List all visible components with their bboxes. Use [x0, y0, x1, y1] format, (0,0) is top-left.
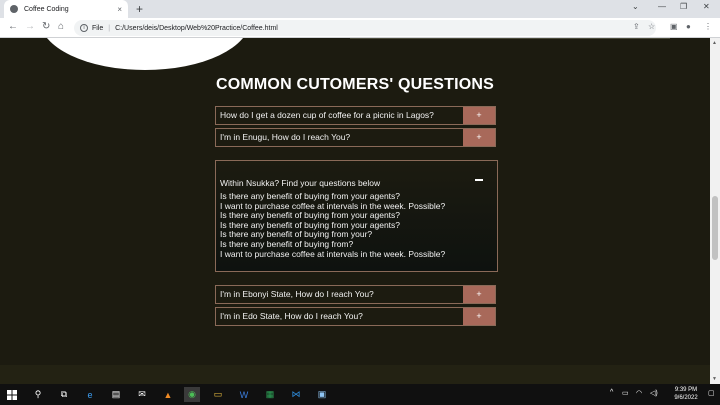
vlc-icon[interactable]: ▲ — [160, 387, 176, 402]
expand-button[interactable]: + — [463, 107, 495, 124]
address-divider: | — [108, 24, 111, 32]
footer-band — [0, 365, 710, 384]
expand-button[interactable]: + — [463, 308, 495, 325]
window-close-icon[interactable]: ✕ — [703, 2, 710, 11]
volume-icon[interactable]: ◁) — [650, 389, 658, 397]
forward-icon[interactable]: → — [25, 21, 35, 32]
faq-item[interactable]: I'm in Edo State, How do I reach You? + — [215, 307, 496, 326]
expand-button[interactable]: + — [463, 286, 495, 303]
faq-answer-line: I want to purchase coffee at intervals i… — [220, 248, 446, 259]
home-icon[interactable]: ⌂ — [58, 21, 64, 32]
section-divider — [350, 38, 670, 39]
hero-image-edge — [40, 38, 250, 70]
faq-item[interactable]: I'm in Ebonyi State, How do I reach You?… — [215, 285, 496, 304]
word-icon[interactable]: W — [236, 387, 252, 402]
browser-toolbar: ← → ↻ ⌂ i File | C:/Users/deis/Desktop/W… — [0, 18, 720, 38]
tab-search-icon[interactable]: ⌄ — [632, 2, 639, 11]
globe-icon — [10, 5, 18, 13]
search-icon[interactable]: ⚲ — [30, 387, 46, 402]
edge-icon[interactable]: e — [82, 387, 98, 402]
taskbar: ⚲ ⧉ e ▤ ✉ ▲ ◉ ▭ W ▦ ⋈ ▣ ^ ▭ ◠ ◁) 9:39 PM… — [0, 384, 720, 405]
faq-item[interactable]: I'm in Enugu, How do I reach You? + — [215, 128, 496, 147]
menu-icon[interactable]: ⋮ — [704, 22, 712, 31]
vscode-icon[interactable]: ⋈ — [288, 387, 304, 402]
address-url: C:/Users/deis/Desktop/Web%20Practice/Cof… — [115, 24, 278, 32]
faq-question: I'm in Enugu, How do I reach You? — [220, 132, 351, 142]
new-tab-button[interactable]: + — [136, 2, 143, 16]
bookmark-star-icon[interactable]: ☆ — [648, 22, 655, 31]
mail-icon[interactable]: ✉ — [134, 387, 150, 402]
clock-time: 9:39 PM — [674, 387, 698, 393]
task-view-icon[interactable]: ⧉ — [56, 387, 72, 402]
store-icon[interactable]: ▤ — [108, 387, 124, 402]
tab-strip: Coffee Coding × + ⌄ — ❐ ✕ — [0, 0, 720, 18]
battery-icon[interactable]: ▭ — [622, 389, 629, 397]
faq-question: How do I get a dozen cup of coffee for a… — [220, 110, 434, 120]
page-viewport: COMMON CUTOMERS' QUESTIONS How do I get … — [0, 38, 710, 384]
expand-button[interactable]: + — [463, 129, 495, 146]
network-icon[interactable]: ◠ — [636, 389, 642, 397]
share-icon[interactable]: ⇪ — [633, 22, 640, 31]
scroll-down-icon[interactable]: ▼ — [712, 376, 717, 382]
reload-icon[interactable]: ↻ — [42, 21, 50, 32]
back-icon[interactable]: ← — [8, 21, 18, 32]
tab-close-icon[interactable]: × — [117, 5, 122, 14]
page-scrollbar[interactable]: ▲ ▼ — [710, 38, 720, 384]
windows-start-icon[interactable] — [4, 387, 20, 402]
notifications-icon[interactable]: ▢ — [708, 389, 715, 397]
chrome-icon[interactable]: ◉ — [184, 387, 200, 402]
notepad-plus-icon[interactable]: ▦ — [262, 387, 278, 402]
remote-desktop-icon[interactable]: ▣ — [314, 387, 330, 402]
scrollbar-thumb[interactable] — [712, 196, 718, 260]
collapse-icon[interactable] — [475, 179, 483, 181]
tray-chevron-icon[interactable]: ^ — [610, 389, 613, 396]
minimize-icon[interactable]: — — [658, 2, 666, 11]
address-bar[interactable]: i File | C:/Users/deis/Desktop/Web%20Pra… — [74, 20, 656, 36]
file-explorer-icon[interactable]: ▭ — [210, 387, 226, 402]
tab-title: Coffee Coding — [24, 5, 69, 13]
clock-date: 9/6/2022 — [674, 395, 698, 401]
side-panel-icon[interactable]: ▣ — [670, 22, 678, 31]
info-icon[interactable]: i — [80, 24, 88, 32]
faq-item[interactable]: How do I get a dozen cup of coffee for a… — [215, 106, 496, 125]
browser-tab[interactable]: Coffee Coding × — [4, 0, 128, 18]
faq-expanded-panel: Within Nsukka? Find your questions below… — [215, 160, 498, 272]
system-clock[interactable]: 9:39 PM 9/6/2022 — [668, 386, 704, 402]
address-label: File — [92, 24, 104, 32]
faq-heading: COMMON CUTOMERS' QUESTIONS — [215, 76, 495, 93]
scroll-up-icon[interactable]: ▲ — [712, 40, 717, 46]
faq-question: I'm in Ebonyi State, How do I reach You? — [220, 289, 374, 299]
faq-expanded-question: Within Nsukka? Find your questions below — [220, 178, 381, 188]
faq-question: I'm in Edo State, How do I reach You? — [220, 311, 363, 321]
profile-icon[interactable]: ● — [686, 22, 691, 31]
restore-icon[interactable]: ❐ — [680, 2, 687, 11]
